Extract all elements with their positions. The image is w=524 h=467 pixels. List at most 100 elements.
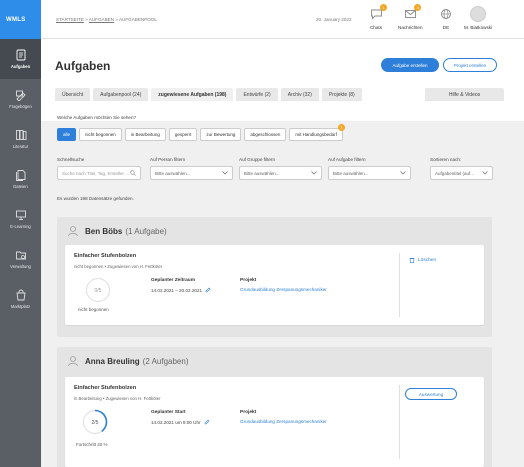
app-logo[interactable]: WMLS [0, 0, 41, 39]
logo-text: WMLS [6, 16, 26, 23]
svg-text:0/5: 0/5 [95, 288, 102, 294]
chip-nicht-begonnen[interactable]: nicht begonnen [79, 128, 122, 141]
task-status-line: in Bearbeitung • Zugewiesen von H. Fettk… [74, 396, 161, 401]
chip-label: mit Handlungsbedarf [295, 132, 337, 137]
edit-icon[interactable] [204, 419, 210, 425]
sort-label: Sortieren nach: [430, 157, 462, 162]
status-filter-chips: alle nicht begonnen in Bearbeitung gespe… [57, 124, 345, 141]
tab-uebersicht[interactable]: Übersicht [55, 88, 91, 101]
sidebar: WMLS Aufgaben Fragebögen Literatur Datei… [0, 0, 41, 467]
sidebar-item-literatur[interactable]: Literatur [0, 119, 41, 159]
elearning-icon [15, 210, 26, 220]
task-filter-label: Auf Aufgabe filtern [328, 157, 366, 162]
chip-alle[interactable]: alle [57, 128, 77, 141]
task-assigned-by: Zugewiesen von H. Fettköter [107, 264, 163, 269]
create-task-button[interactable]: Aufgabe erstellen [381, 58, 439, 72]
tasks-icon [16, 49, 25, 61]
filter-question: Welche Aufgaben möchten Sie sehen? [57, 115, 137, 120]
group-filter-label: Auf Gruppe filtern [239, 157, 276, 162]
project-label: Projekt [240, 278, 257, 283]
chats-label: Chats [369, 25, 382, 30]
delete-label: Löschen [418, 257, 437, 263]
sidebar-item-label: Aufgaben [10, 64, 31, 69]
user-name: M. Biatkowski [464, 25, 493, 30]
breadcrumb-tasks[interactable]: AUFGABEN [89, 17, 114, 22]
start-value-row: 14.02.2021 um 9:00 Uhr [151, 419, 210, 425]
chip-mit-handlungsbedarf[interactable]: mit Handlungsbedarf 3 [289, 124, 345, 141]
person-filter-select[interactable]: Bitte auswählen... [150, 166, 233, 180]
task-card[interactable]: Einfacher Stufenbolzen in Bearbeitung • … [65, 377, 484, 467]
tab-help-videos[interactable]: Hilfe & Videos [425, 88, 504, 101]
language-button[interactable]: DE [438, 6, 454, 30]
sort-select[interactable]: Aufgabentitel (auf... [430, 166, 493, 180]
period-value: 14.02.2021 – 20.02.2021 [151, 287, 203, 293]
group-user-name: Ben Böbs [85, 226, 123, 236]
breadcrumb-home[interactable]: STARTSEITE [56, 17, 84, 22]
sidebar-item-marktplatz[interactable]: Marktplatz [0, 279, 41, 319]
person-filter-label: Auf Person filtern [150, 157, 186, 162]
sidebar-item-label: Fragebögen [9, 104, 32, 109]
breadcrumb-current: AUFGABENPOOL [118, 17, 157, 22]
sidebar-item-elearning[interactable]: E-Learning [0, 199, 41, 239]
card-divider [399, 385, 400, 459]
files-icon [15, 170, 25, 181]
task-title: Einfacher Stufenbolzen [74, 253, 137, 259]
sidebar-item-label: Dateien [13, 184, 28, 189]
quick-search-placeholder: Suche nach Titel, Tag, Ersteller ... [62, 170, 129, 176]
tab-zugewiesene-aufgaben[interactable]: zugewiesene Aufgaben (198) [151, 88, 234, 101]
sidebar-item-label: Marktplatz [10, 304, 31, 309]
quick-search-input[interactable]: Suche nach Titel, Tag, Ersteller ... [57, 166, 141, 180]
messages-button[interactable]: 4 Nachrichten [398, 4, 423, 30]
user-group: Anna Breuling (2 Aufgaben) Einfacher Stu… [57, 347, 492, 467]
project-label: Projekt [240, 410, 257, 415]
sort-value: Aufgabentitel (auf... [435, 170, 475, 176]
chevron-down-icon [400, 171, 406, 175]
group-filter-value: Bitte auswählen... [244, 170, 280, 176]
chip-in-bearbeitung[interactable]: in Bearbeitung [124, 128, 166, 141]
create-project-button[interactable]: Projekt erstellen [443, 58, 497, 72]
delete-button[interactable]: Löschen [409, 257, 436, 263]
administration-icon [15, 251, 26, 260]
progress-label: nicht begonnen [78, 307, 109, 312]
group-task-count: (1 Aufgabe) [125, 226, 167, 236]
chevron-down-icon [222, 171, 228, 175]
chip-zur-bewertung[interactable]: zur Bewertung [200, 128, 242, 141]
tab-aufgabenpool[interactable]: Aufgabenpool (24) [93, 88, 149, 101]
task-status-line: nicht begonnen • Zugewiesen von H. Fettk… [74, 264, 163, 269]
sidebar-item-aufgaben[interactable]: Aufgaben [0, 39, 41, 79]
edit-icon[interactable] [205, 287, 211, 293]
tab-projekte[interactable]: Projekte (8) [321, 88, 362, 101]
sidebar-item-verwaltung[interactable]: Verwaltung [0, 239, 41, 279]
chip-gesperrt[interactable]: gesperrt [168, 128, 198, 141]
questionnaire-icon [15, 90, 26, 101]
project-link[interactable]: Grundausbildung Zerspanungsmechaniker [240, 419, 327, 424]
page-title: Aufgaben [55, 59, 111, 73]
card-divider [399, 253, 400, 317]
chip-abgeschlossen[interactable]: abgeschlossen [244, 128, 287, 141]
sidebar-item-label: Literatur [12, 144, 29, 149]
tab-entwuerfe[interactable]: Entwürfe (2) [236, 88, 278, 101]
sidebar-item-dateien[interactable]: Dateien [0, 159, 41, 199]
group-filter-select[interactable]: Bitte auswählen... [239, 166, 322, 180]
group-header: Ben Böbs (1 Aufgabe) [67, 225, 167, 237]
chevron-down-icon [311, 171, 317, 175]
current-date: 20. January 2022 [316, 17, 352, 22]
sidebar-item-frageboegen[interactable]: Fragebögen [0, 79, 41, 119]
task-filter-select[interactable]: Bitte auswählen... [328, 166, 411, 180]
chip-badge: 3 [337, 124, 345, 131]
task-card[interactable]: Einfacher Stufenbolzen nicht begonnen • … [65, 245, 484, 325]
messages-badge: 4 [414, 4, 422, 11]
search-icon [130, 170, 136, 176]
user-icon [68, 226, 78, 237]
tab-archiv[interactable]: Archiv (32) [280, 88, 319, 101]
sidebar-item-label: E-Learning [10, 224, 31, 229]
evaluation-button[interactable]: Auswertung [405, 388, 457, 400]
project-link[interactable]: Grundausbildung Zerspanungsmechaniker [240, 287, 327, 292]
period-label: Geplanter Zeitraum [151, 278, 195, 283]
progress-ring: 0/5 [85, 277, 111, 303]
page-header: Aufgaben Aufgabe erstellen Projekt erste… [41, 39, 524, 121]
user-menu[interactable]: M. Biatkowski [464, 6, 492, 30]
literature-icon [15, 130, 26, 140]
chats-button[interactable]: 1 Chats [368, 4, 387, 30]
period-value-row: 14.02.2021 – 20.02.2021 [151, 287, 211, 293]
